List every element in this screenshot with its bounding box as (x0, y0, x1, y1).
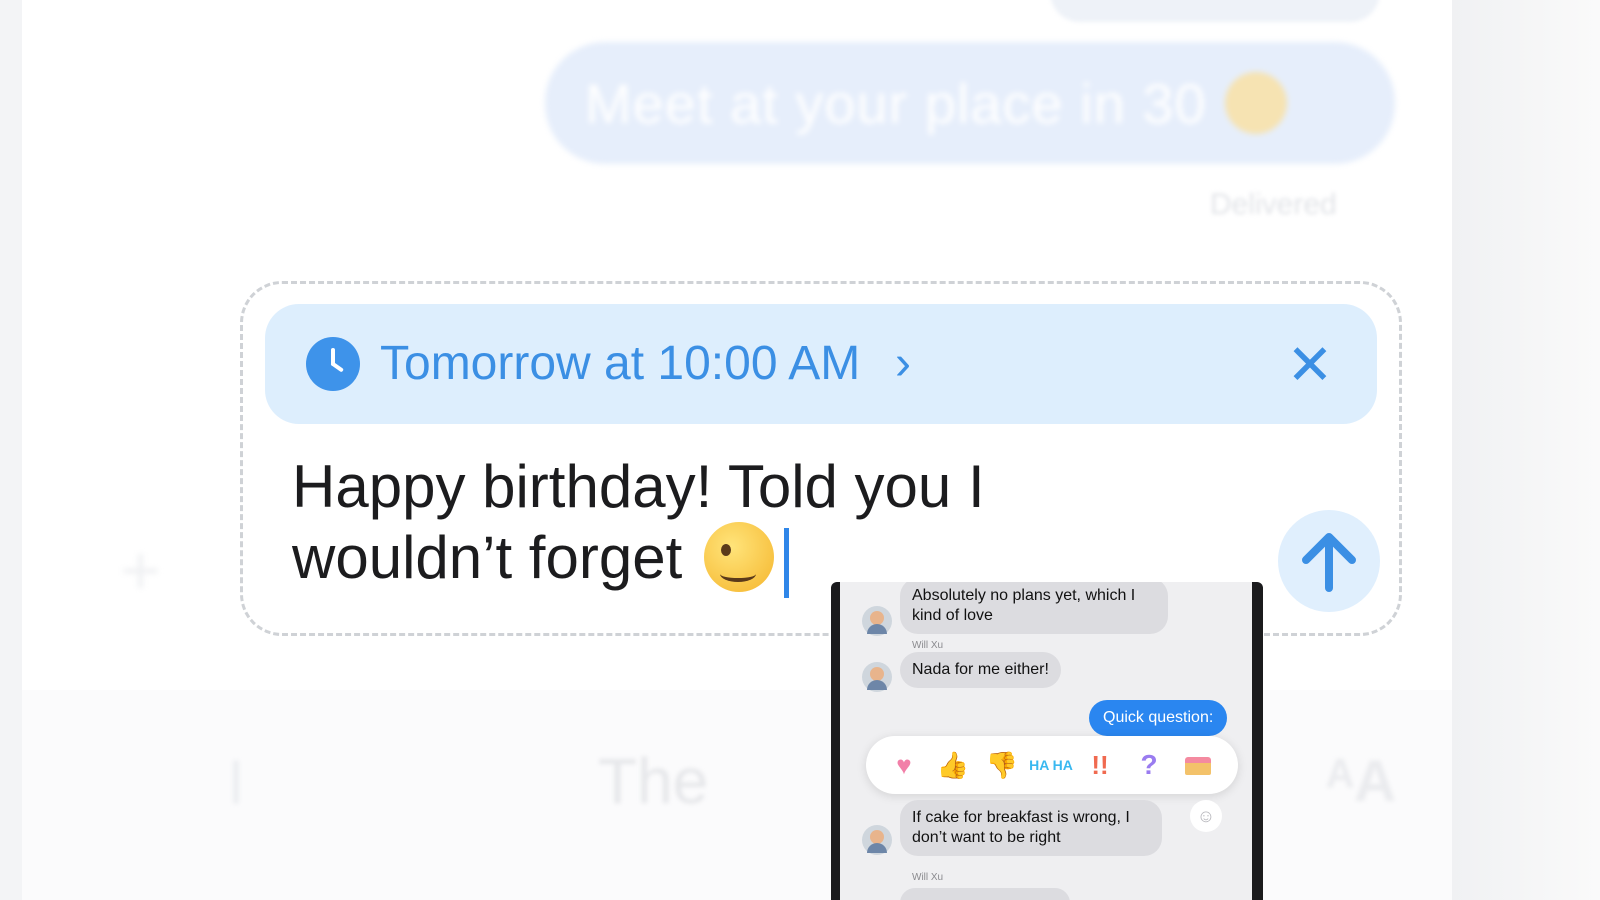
tapback-menu: ♥ 👍 👎 HA HA !! ? (866, 736, 1238, 794)
sent-message-bubble: Meet at your place in 30 (545, 42, 1395, 164)
haha-icon[interactable]: HA HA (1029, 743, 1073, 787)
text-cursor (784, 528, 790, 598)
exclamation-icon[interactable]: !! (1078, 743, 1122, 787)
text-format-icon[interactable]: ᴬA (1326, 748, 1396, 815)
clock-icon (306, 337, 360, 391)
incoming-message: Absolutely no plans yet, which I kind of… (900, 582, 1168, 634)
cake-icon[interactable] (1176, 743, 1220, 787)
question-icon[interactable]: ? (1127, 743, 1171, 787)
previous-message-bubble (1050, 0, 1380, 22)
avatar (862, 662, 892, 692)
winking-face-icon (704, 522, 775, 592)
plus-icon[interactable]: + (120, 530, 161, 610)
arrow-up-icon (1302, 533, 1356, 592)
scheduled-time-label[interactable]: Tomorrow at 10:00 AM (380, 336, 860, 392)
suggestion-divider (233, 760, 239, 804)
add-emoji-reaction-icon[interactable]: ☺ (1190, 800, 1222, 832)
emoji-icon (1224, 72, 1287, 134)
sender-name: Will Xu (912, 640, 944, 651)
outgoing-message: Quick question: (1089, 700, 1228, 736)
avatar (862, 606, 892, 636)
message-input[interactable]: Happy birthday! Told you I wouldn’t forg… (292, 452, 1032, 598)
sender-name: Will Xu (912, 872, 944, 883)
delivery-status: Delivered (1210, 188, 1337, 221)
send-button[interactable] (1278, 510, 1380, 612)
inset-phone-screenshot: Absolutely no plans yet, which I kind of… (831, 582, 1263, 900)
incoming-message (900, 888, 1070, 900)
incoming-message: Nada for me either! (900, 652, 1061, 688)
thumbs-down-icon[interactable]: 👎 (980, 743, 1024, 787)
thumbs-up-icon[interactable]: 👍 (931, 743, 975, 787)
sent-message-text: Meet at your place in 30 (585, 71, 1207, 135)
chevron-right-icon[interactable]: › (895, 336, 911, 392)
window-edge (1452, 0, 1600, 900)
cancel-schedule-button[interactable]: ✕ (1282, 337, 1338, 393)
incoming-message: If cake for breakfast is wrong, I don’t … (900, 800, 1162, 856)
phone-screen: Absolutely no plans yet, which I kind of… (840, 582, 1252, 900)
heart-icon[interactable]: ♥ (882, 743, 926, 787)
suggestion-word[interactable]: The (598, 744, 708, 818)
avatar (862, 825, 892, 855)
message-input-text: Happy birthday! Told you I wouldn’t forg… (292, 453, 985, 591)
